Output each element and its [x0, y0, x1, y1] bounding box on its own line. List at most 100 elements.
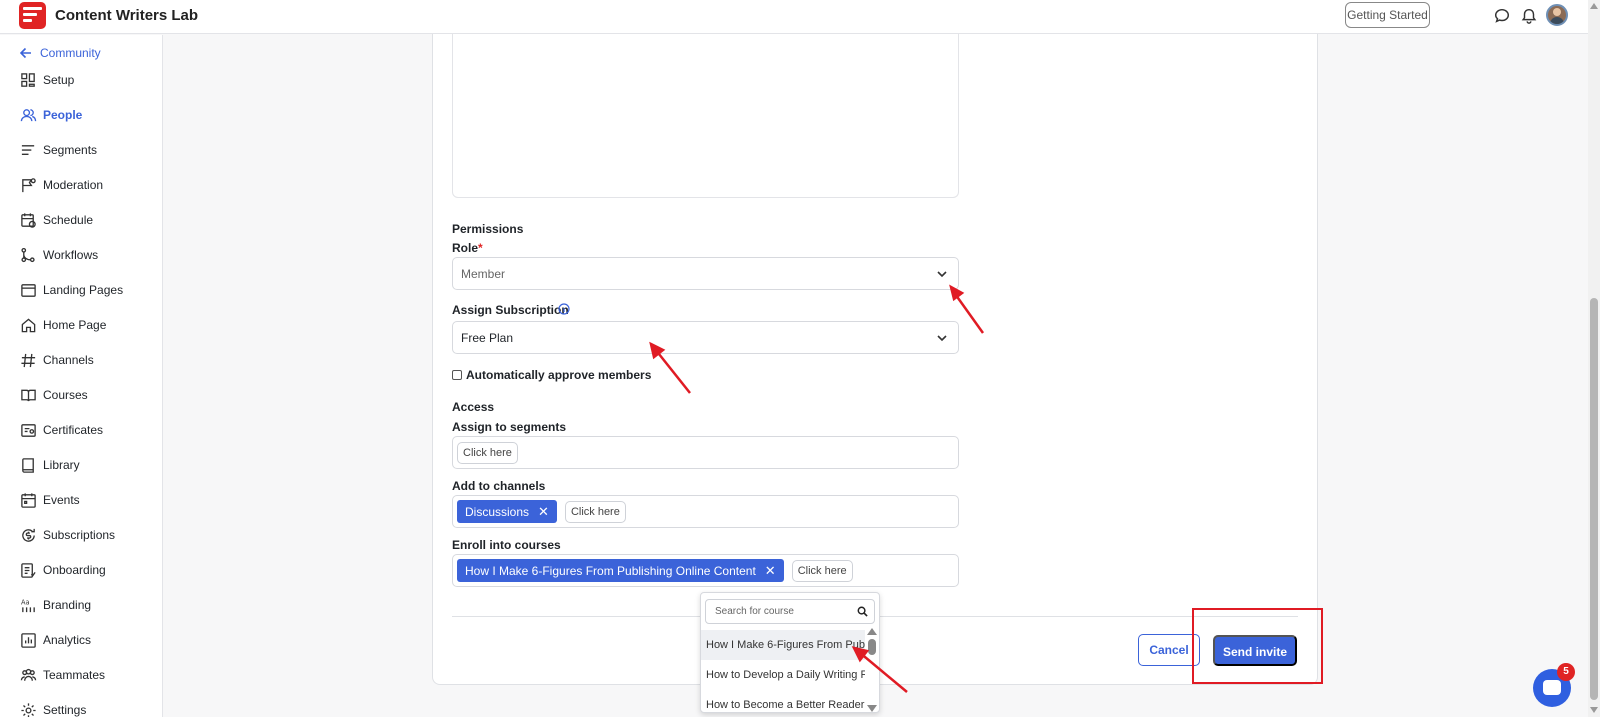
courses-click-here[interactable]: Click here — [791, 559, 853, 582]
sidebar-item-subscriptions[interactable]: Subscriptions — [20, 525, 115, 545]
app-logo[interactable] — [19, 2, 46, 29]
sidebar-item-label: Setup — [43, 73, 75, 87]
sidebar-item-channels[interactable]: Channels — [20, 350, 94, 370]
sidebar-item-library[interactable]: Library — [20, 455, 80, 475]
sidebar-item-setup[interactable]: Setup — [20, 70, 74, 90]
user-avatar[interactable] — [1546, 4, 1568, 26]
segments-label: Assign to segments — [452, 420, 567, 434]
app-title: Content Writers Lab — [55, 7, 199, 24]
sidebar: Community Setup People Segments Moderation S… — [0, 35, 163, 717]
sidebar-item-settings[interactable]: Settings — [20, 700, 86, 717]
chevron-down-icon — [937, 335, 947, 342]
book-open-icon — [21, 389, 36, 401]
sidebar-item-schedule[interactable]: Schedule — [20, 210, 93, 230]
sidebar-item-courses[interactable]: Courses — [20, 385, 88, 405]
sidebar-item-label: Events — [43, 493, 80, 507]
dropdown-scrollbar[interactable] — [865, 627, 879, 713]
required-marker: * — [478, 241, 483, 255]
sidebar-item-label: Segments — [43, 143, 98, 157]
sidebar-item-label: Schedule — [43, 213, 94, 227]
subscription-label: Assign Subscription — [452, 303, 569, 317]
channels-field[interactable]: Discussions ✕ Click here — [452, 495, 959, 528]
sidebar-item-label: Channels — [43, 353, 94, 367]
permissions-heading: Permissions — [452, 222, 524, 236]
scrollbar-thumb[interactable] — [1590, 298, 1598, 700]
courses-field[interactable]: How I Make 6-Figures From Publishing Onl… — [452, 554, 959, 587]
chevron-down-icon — [937, 271, 947, 278]
sidebar-item-teammates[interactable]: Teammates — [20, 665, 105, 685]
arrow-left-icon — [20, 47, 31, 59]
library-icon — [22, 457, 34, 473]
branding-icon: Aa — [21, 598, 35, 612]
subscription-select[interactable]: Free Plan — [452, 321, 959, 354]
subscription-value: Free Plan — [461, 330, 514, 345]
people-icon — [20, 108, 37, 121]
sidebar-item-landing-pages[interactable]: Landing Pages — [20, 280, 123, 300]
sidebar-item-label: Landing Pages — [43, 283, 124, 297]
course-option[interactable]: How to Develop a Daily Writing R... — [701, 660, 865, 690]
calendar-clock-icon — [21, 212, 36, 228]
sidebar-item-label: Courses — [43, 388, 88, 402]
svg-text:Aa: Aa — [21, 598, 30, 606]
bell-icon[interactable] — [1520, 7, 1538, 25]
annotation-highlight-box — [1192, 608, 1323, 684]
sidebar-item-branding[interactable]: Aa Branding — [20, 595, 91, 615]
sidebar-item-home-page[interactable]: Home Page — [20, 315, 106, 335]
sidebar-item-segments[interactable]: Segments — [20, 140, 97, 160]
course-option[interactable]: How I Make 6-Figures From Publi... — [701, 630, 865, 660]
sidebar-item-label: Moderation — [43, 178, 104, 192]
sidebar-item-label: Subscriptions — [43, 528, 116, 542]
auto-approve-checkbox[interactable] — [452, 370, 462, 380]
sidebar-item-certificates[interactable]: Certificates — [20, 420, 103, 440]
sidebar-item-label: Settings — [43, 703, 87, 717]
channels-click-here[interactable]: Click here — [564, 500, 626, 523]
sidebar-item-label: Analytics — [43, 633, 92, 647]
info-icon[interactable] — [558, 303, 570, 315]
courses-label: Enroll into courses — [452, 538, 561, 552]
scroll-down-arrow[interactable] — [1590, 707, 1598, 713]
sidebar-item-label: Certificates — [43, 423, 104, 437]
sidebar-item-events[interactable]: Events — [20, 490, 80, 510]
onboarding-icon — [21, 562, 36, 578]
workflow-icon — [21, 247, 35, 262]
sidebar-item-onboarding[interactable]: Onboarding — [20, 560, 106, 580]
sidebar-item-workflows[interactable]: Workflows — [20, 245, 98, 265]
chat-badge: 5 — [1557, 663, 1575, 681]
cancel-button[interactable]: Cancel — [1138, 634, 1200, 666]
channel-chip-label: Discussions — [465, 504, 530, 519]
flag-icon — [22, 177, 36, 192]
certificate-icon — [21, 423, 36, 437]
subscription-icon — [22, 528, 35, 542]
scroll-up-arrow[interactable] — [1590, 3, 1598, 9]
auto-approve-label: Automatically approve members — [466, 368, 652, 382]
sidebar-item-label: People — [43, 108, 83, 122]
sidebar-item-people[interactable]: People — [20, 105, 82, 125]
search-icon — [857, 606, 868, 617]
role-select[interactable]: Member — [452, 257, 959, 290]
segments-icon — [21, 144, 35, 155]
segments-field[interactable]: Click here — [452, 436, 959, 469]
settings-icon — [21, 702, 36, 717]
segments-click-here[interactable]: Click here — [457, 441, 518, 464]
sidebar-item-moderation[interactable]: Moderation — [20, 175, 103, 195]
chat-icon[interactable] — [1493, 7, 1511, 25]
course-option[interactable]: How to Become a Better Reader — [701, 690, 865, 712]
course-chip-label: How I Make 6-Figures From Publishing Onl… — [465, 563, 756, 578]
sidebar-item-analytics[interactable]: Analytics — [20, 630, 91, 650]
role-value: Member — [461, 266, 506, 281]
chat-bubble-icon — [1543, 680, 1561, 695]
course-dropdown: Search for course How I Make 6-Figures F… — [700, 592, 880, 713]
close-icon[interactable]: ✕ — [538, 504, 549, 520]
calendar-icon — [21, 492, 36, 508]
course-search-input[interactable]: Search for course — [705, 599, 875, 624]
getting-started-button[interactable]: Getting Started — [1345, 2, 1430, 28]
hash-icon — [21, 353, 36, 367]
message-textarea[interactable] — [452, 34, 959, 198]
close-icon[interactable]: ✕ — [765, 563, 776, 579]
home-icon — [21, 317, 36, 332]
back-to-community-link[interactable]: Community — [20, 46, 101, 60]
page-scrollbar[interactable] — [1588, 0, 1600, 717]
top-bar: Content Writers Lab Getting Started — [0, 0, 1600, 34]
sidebar-item-label: Workflows — [43, 248, 99, 262]
analytics-icon — [21, 632, 36, 648]
